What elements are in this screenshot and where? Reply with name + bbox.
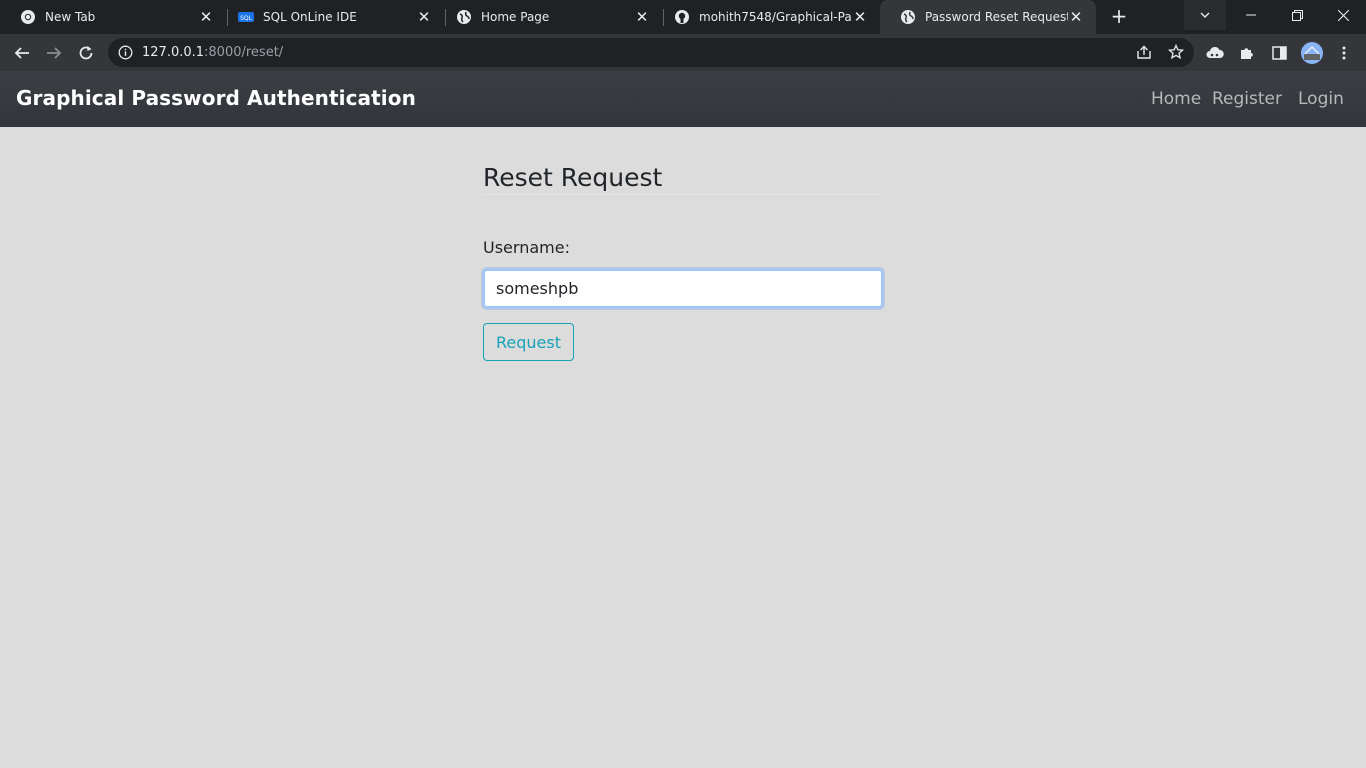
reload-icon bbox=[79, 46, 93, 60]
page-title: Reset Request bbox=[483, 160, 883, 195]
close-tab-icon[interactable]: ✕ bbox=[198, 9, 214, 25]
tab-title: mohith7548/Graphical-Passw bbox=[699, 10, 852, 24]
close-icon bbox=[1337, 9, 1349, 21]
reset-request-form: Reset Request Username: Request bbox=[483, 160, 883, 361]
sql-icon: SQL bbox=[238, 9, 254, 25]
minimize-button[interactable] bbox=[1228, 0, 1274, 30]
info-icon[interactable] bbox=[118, 45, 133, 60]
tab-sql-online-ide[interactable]: SQL SQL OnLine IDE ✕ bbox=[218, 0, 444, 34]
browser-tab-strip: New Tab ✕ SQL SQL OnLine IDE ✕ Home Page… bbox=[0, 0, 1366, 34]
extension-button[interactable] bbox=[1202, 40, 1228, 66]
navbar-brand[interactable]: Graphical Password Authentication bbox=[16, 86, 416, 110]
username-input[interactable] bbox=[483, 269, 883, 308]
url-text: 127.0.0.1:8000/reset/ bbox=[142, 45, 283, 60]
nav-link-home[interactable]: Home bbox=[1151, 89, 1201, 109]
reload-button[interactable] bbox=[73, 40, 99, 66]
share-icon[interactable] bbox=[1136, 45, 1152, 60]
tab-password-reset-request[interactable]: Password Reset Request ✕ bbox=[880, 0, 1096, 34]
tab-title: New Tab bbox=[45, 10, 96, 24]
extension-cloud-icon bbox=[1206, 46, 1224, 58]
tab-title: Home Page bbox=[481, 10, 550, 24]
chrome-icon bbox=[20, 9, 36, 25]
svg-text:SQL: SQL bbox=[240, 15, 253, 22]
close-tab-icon[interactable]: ✕ bbox=[1068, 9, 1084, 25]
close-tab-icon[interactable]: ✕ bbox=[416, 9, 432, 25]
site-navbar: Graphical Password Authentication Home R… bbox=[0, 71, 1366, 127]
restore-button[interactable] bbox=[1274, 0, 1320, 30]
back-button[interactable] bbox=[9, 40, 35, 66]
close-tab-icon[interactable]: ✕ bbox=[852, 9, 868, 25]
tab-title: Password Reset Request bbox=[925, 10, 1068, 24]
new-tab-button[interactable]: + bbox=[1106, 5, 1132, 29]
forward-button[interactable] bbox=[41, 40, 67, 66]
back-arrow-icon bbox=[14, 47, 29, 59]
extensions-menu-button[interactable] bbox=[1234, 40, 1260, 66]
nav-link-login[interactable]: Login bbox=[1298, 89, 1344, 109]
tab-home-page[interactable]: Home Page ✕ bbox=[436, 0, 662, 34]
username-label: Username: bbox=[483, 238, 570, 257]
tab-new-tab[interactable]: New Tab ✕ bbox=[0, 0, 226, 34]
github-icon bbox=[674, 9, 690, 25]
side-panel-icon bbox=[1271, 46, 1287, 60]
forward-arrow-icon bbox=[47, 47, 62, 59]
tab-search-button[interactable] bbox=[1184, 0, 1226, 30]
tab-title: SQL OnLine IDE bbox=[263, 10, 357, 24]
close-window-button[interactable] bbox=[1320, 0, 1366, 30]
side-panel-button[interactable] bbox=[1266, 40, 1292, 66]
request-button[interactable]: Request bbox=[483, 323, 574, 361]
puzzle-icon bbox=[1241, 48, 1253, 59]
chrome-menu-button[interactable] bbox=[1331, 40, 1357, 66]
browser-toolbar: 127.0.0.1:8000/reset/ bbox=[0, 34, 1366, 71]
minimize-icon bbox=[1246, 14, 1256, 16]
address-bar[interactable]: 127.0.0.1:8000/reset/ bbox=[108, 38, 1194, 67]
globe-icon bbox=[456, 9, 472, 25]
url-host: 127.0.0.1 bbox=[142, 45, 205, 60]
bookmark-star-icon[interactable] bbox=[1168, 44, 1184, 60]
close-tab-icon[interactable]: ✕ bbox=[634, 9, 650, 25]
nav-link-register[interactable]: Register bbox=[1212, 89, 1282, 109]
avatar bbox=[1301, 42, 1323, 64]
globe-icon bbox=[900, 9, 916, 25]
kebab-menu-icon bbox=[1342, 46, 1346, 60]
restore-icon bbox=[1291, 9, 1303, 21]
chevron-down-icon bbox=[1200, 12, 1210, 18]
profile-avatar-button[interactable] bbox=[1299, 40, 1325, 66]
url-path: :8000/reset/ bbox=[204, 45, 284, 60]
tab-github-repo[interactable]: mohith7548/Graphical-Passw ✕ bbox=[654, 0, 880, 34]
